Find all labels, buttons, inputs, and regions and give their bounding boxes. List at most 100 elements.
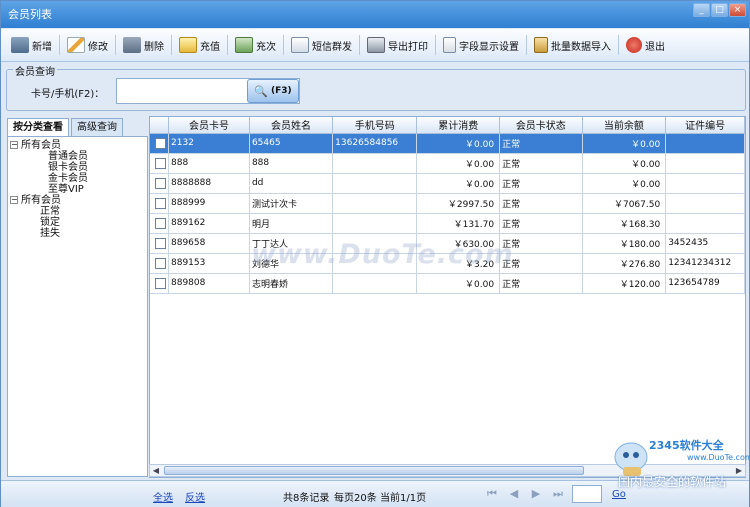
table-row[interactable]: 889162 明月 ￥131.70 正常 ￥168.30 <box>150 213 745 234</box>
cell-phone: 13626584856 <box>332 133 418 154</box>
new-button[interactable]: 新增 <box>7 32 56 58</box>
last-page-icon[interactable]: ⏭ <box>551 487 565 501</box>
empty-row <box>150 313 745 333</box>
table-row[interactable]: 8888888 dd ￥0.00 正常 ￥0.00 <box>150 173 745 194</box>
go-button[interactable]: Go <box>612 489 626 500</box>
table-row[interactable]: 888999 测试计次卡 ￥2997.50 正常 ￥7067.50 <box>150 193 745 214</box>
scrollbar-thumb[interactable] <box>164 466 584 475</box>
scroll-left-icon[interactable]: ◀ <box>150 465 162 476</box>
document-icon <box>443 37 456 53</box>
cell-id <box>665 153 745 174</box>
collapse-icon[interactable]: − <box>10 196 18 204</box>
exit-button[interactable]: 退出 <box>622 32 669 58</box>
row-checkbox[interactable] <box>155 237 166 249</box>
cell-spent: ￥0.00 <box>416 173 501 194</box>
prev-page-icon[interactable]: ◀ <box>507 487 521 501</box>
close-button[interactable]: × <box>729 3 746 17</box>
tree-group-status[interactable]: − 所有会员 <box>10 195 145 206</box>
current-page: 当前1/1页 <box>380 493 427 504</box>
table-row[interactable]: 888 888 ￥0.00 正常 ￥0.00 <box>150 153 745 174</box>
scroll-right-icon[interactable]: ▶ <box>733 465 745 476</box>
tree-item-locked[interactable]: 锁定 <box>10 217 145 228</box>
tree-item-gold-member[interactable]: 金卡会员 <box>10 173 145 184</box>
column-header-id-no[interactable]: 证件编号 <box>665 117 745 134</box>
cell-spent: ￥3.20 <box>416 253 501 274</box>
minimize-button[interactable]: _ <box>693 3 710 17</box>
category-tree: − 所有会员 普通会员 银卡会员 金卡会员 至尊VIP − 所有会员 正常 锁定 挂… <box>7 136 148 477</box>
first-page-icon[interactable]: ⏮ <box>485 487 499 501</box>
record-count: 共8条记录 <box>283 493 330 504</box>
clipboard-icon <box>534 37 548 53</box>
tab-by-category[interactable]: 按分类查看 <box>7 118 69 136</box>
column-header-card-no[interactable]: 会员卡号 <box>168 117 250 134</box>
search-button[interactable]: 🔍 (F3) <box>247 79 299 103</box>
cell-card: 8888888 <box>168 173 250 194</box>
category-panel: 按分类查看 高级查询 − 所有会员 普通会员 银卡会员 金卡会员 至尊VIP − 所… <box>7 118 148 477</box>
recharge-times-button[interactable]: 充次 <box>231 32 280 58</box>
row-checkbox[interactable] <box>155 257 166 269</box>
cell-status: 正常 <box>499 233 583 254</box>
tree-item-active[interactable]: 正常 <box>10 206 145 217</box>
cell-balance: ￥0.00 <box>582 153 667 174</box>
cell-phone <box>332 253 418 274</box>
column-header-phone[interactable]: 手机号码 <box>332 117 418 134</box>
row-checkbox[interactable] <box>155 137 166 149</box>
table-row[interactable]: 2132 65465 13626584856 ￥0.00 正常 ￥0.00 <box>150 133 745 154</box>
toolbar: 新增 修改 删除 充值 充次 短信群发 导出打印 字段显示设置 批量数据导入 退… <box>1 29 749 62</box>
row-checkbox[interactable] <box>155 157 166 169</box>
invert-selection-link[interactable]: 反选 <box>185 489 205 504</box>
column-header-balance[interactable]: 当前余额 <box>582 117 667 134</box>
column-header-status[interactable]: 会员卡状态 <box>499 117 583 134</box>
pencil-icon <box>67 37 85 53</box>
cell-name: 志明春娇 <box>249 273 334 294</box>
row-checkbox[interactable] <box>155 177 166 189</box>
cell-name: 65465 <box>249 133 334 154</box>
column-header-name[interactable]: 会员姓名 <box>249 117 334 134</box>
table-row[interactable]: 889658 丁丁达人 ￥630.00 正常 ￥180.00 3452435 <box>150 233 745 254</box>
tab-advanced-query[interactable]: 高级查询 <box>71 118 123 136</box>
select-all-link[interactable]: 全选 <box>153 489 173 504</box>
delete-button[interactable]: 删除 <box>119 32 168 58</box>
card-icon <box>179 37 197 53</box>
next-page-icon[interactable]: ▶ <box>529 487 543 501</box>
panel-tabs: 按分类查看 高级查询 <box>7 118 125 136</box>
cell-id <box>665 193 745 214</box>
empty-row <box>150 413 745 433</box>
row-checkbox[interactable] <box>155 197 166 209</box>
cell-status: 正常 <box>499 133 583 154</box>
tree-item-vip[interactable]: 至尊VIP <box>10 184 145 195</box>
column-header-total-spent[interactable]: 累计消费 <box>416 117 501 134</box>
table-header-row: 会员卡号 会员姓名 手机号码 累计消费 会员卡状态 当前余额 证件编号 <box>150 117 745 134</box>
cell-status: 正常 <box>499 193 583 214</box>
page-number-input[interactable] <box>572 485 602 503</box>
table-row[interactable]: 889808 志明春娇 ￥0.00 正常 ￥120.00 123654789 <box>150 273 745 294</box>
table-row[interactable]: 889153 刘德华 ￥3.20 正常 ￥276.80 12341234312 <box>150 253 745 274</box>
cell-card: 889658 <box>168 233 250 254</box>
field-settings-button[interactable]: 字段显示设置 <box>439 32 523 58</box>
cell-balance: ￥168.30 <box>582 213 667 234</box>
tree-group-level[interactable]: − 所有会员 <box>10 140 145 151</box>
row-select-cell <box>150 153 169 174</box>
row-select-cell <box>150 193 169 214</box>
window-title: 会员列表 <box>8 8 52 21</box>
cell-spent: ￥0.00 <box>416 273 501 294</box>
sms-button[interactable]: 短信群发 <box>287 32 356 58</box>
cell-name: 明月 <box>249 213 334 234</box>
batch-import-button[interactable]: 批量数据导入 <box>530 32 615 58</box>
row-checkbox[interactable] <box>155 277 166 289</box>
tree-item-normal-member[interactable]: 普通会员 <box>10 151 145 162</box>
cell-id <box>665 213 745 234</box>
collapse-icon[interactable]: − <box>10 141 18 149</box>
cell-balance: ￥0.00 <box>582 173 667 194</box>
tree-item-silver-member[interactable]: 银卡会员 <box>10 162 145 173</box>
row-select-cell <box>150 133 169 154</box>
export-print-button[interactable]: 导出打印 <box>363 32 432 58</box>
maximize-button[interactable]: □ <box>711 3 728 17</box>
tree-item-lost[interactable]: 挂失 <box>10 228 145 239</box>
row-checkbox[interactable] <box>155 217 166 229</box>
cell-card: 888 <box>168 153 250 174</box>
recharge-button[interactable]: 充值 <box>175 32 224 58</box>
cell-name: 丁丁达人 <box>249 233 334 254</box>
edit-button[interactable]: 修改 <box>63 32 112 58</box>
row-select-cell <box>150 213 169 234</box>
